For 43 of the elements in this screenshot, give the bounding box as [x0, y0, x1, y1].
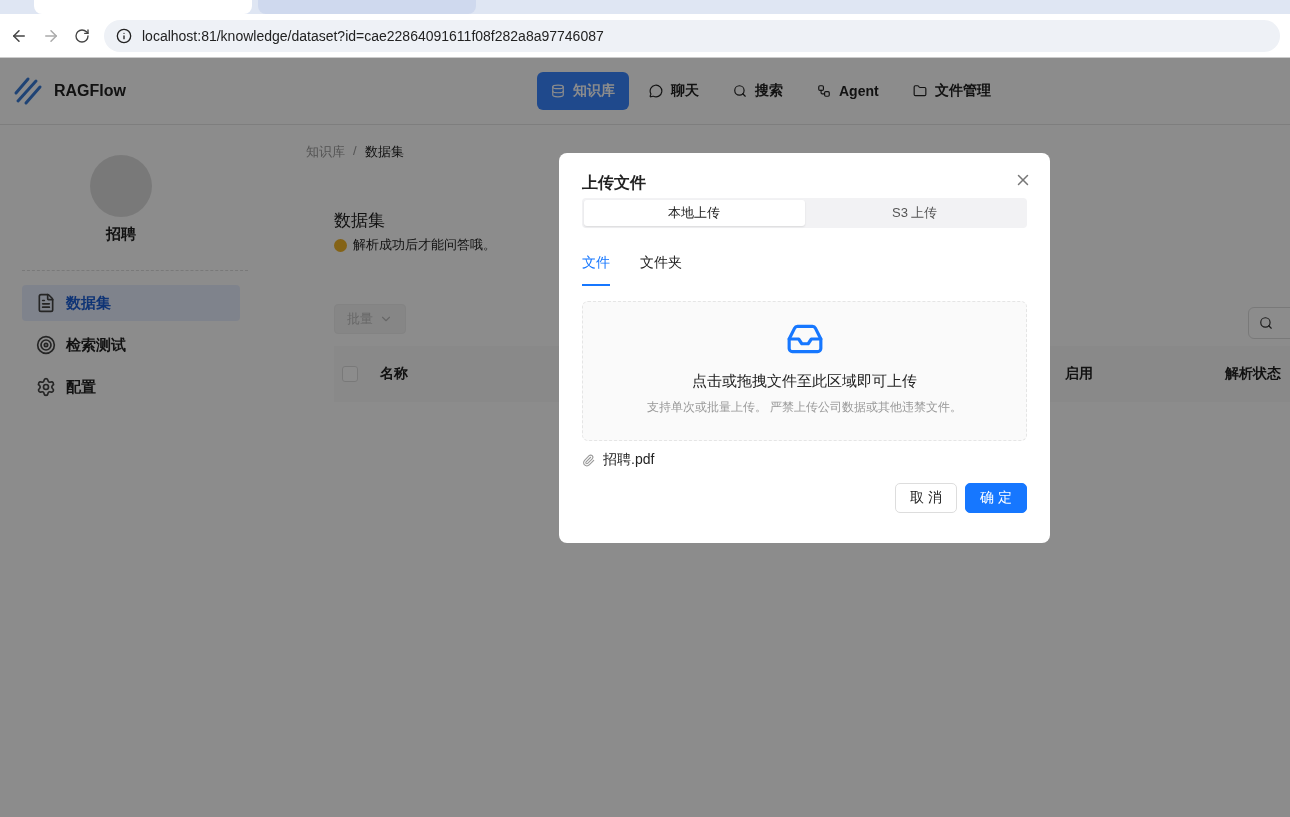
drop-zone-text: 点击或拖拽文件至此区域即可上传	[692, 372, 917, 391]
search-icon	[733, 84, 747, 98]
database-icon	[551, 84, 565, 98]
nav-tab[interactable]: 搜索	[719, 72, 797, 110]
page-subtitle: 解析成功后才能问答哦。	[353, 236, 496, 254]
file-name: 招聘.pdf	[603, 451, 655, 469]
nav-tab[interactable]: 聊天	[635, 72, 713, 110]
search-field[interactable]	[1248, 307, 1290, 339]
drop-zone-hint: 支持单次或批量上传。 严禁上传公司数据或其他违禁文件。	[646, 399, 963, 416]
paperclip-icon	[582, 453, 595, 467]
info-icon[interactable]	[116, 27, 132, 44]
settings-icon	[36, 377, 56, 397]
document-icon	[36, 293, 56, 313]
segment-option[interactable]: S3 上传	[804, 200, 1025, 226]
breadcrumb-separator: /	[353, 143, 357, 160]
dataset-name: 招聘	[106, 225, 136, 244]
drop-zone[interactable]: 点击或拖拽文件至此区域即可上传 支持单次或批量上传。 严禁上传公司数据或其他违禁文件。	[582, 301, 1027, 441]
column-header: 解析状态	[1225, 365, 1281, 383]
ok-button[interactable]: 确 定	[965, 483, 1027, 513]
upload-tab[interactable]: 文件	[582, 254, 610, 286]
sidebar-item[interactable]: 数据集	[22, 285, 240, 321]
segment-option[interactable]: 本地上传	[584, 200, 805, 226]
chat-bubble-icon	[649, 84, 663, 98]
dialog-title: 上传文件	[582, 173, 646, 193]
upload-tab[interactable]: 文件夹	[640, 254, 682, 286]
nodes-icon	[817, 84, 831, 98]
sidebar-item[interactable]: 配置	[22, 369, 240, 405]
address-bar[interactable]: localhost:81/knowledge/dataset?id=cae22864091611f08f282a8a97746087	[104, 19, 1280, 52]
nav-tab[interactable]: 文件管理	[898, 72, 1005, 110]
brand-name: RAGFlow	[54, 82, 126, 100]
search-icon	[1259, 316, 1273, 330]
emoji-icon	[334, 238, 347, 252]
logo-icon	[12, 75, 44, 107]
column-header: 启用	[1065, 365, 1093, 383]
folder-icon	[912, 84, 927, 98]
sidebar-item[interactable]: 检索测试	[22, 327, 240, 363]
page-title: 数据集	[334, 210, 385, 232]
target-icon	[36, 335, 56, 355]
reload-icon[interactable]	[74, 27, 90, 44]
cancel-button[interactable]: 取 消	[895, 483, 958, 513]
breadcrumb-item: 数据集	[364, 143, 404, 161]
column-header: 名称	[380, 365, 408, 383]
nav-tab[interactable]: Agent	[803, 72, 893, 110]
